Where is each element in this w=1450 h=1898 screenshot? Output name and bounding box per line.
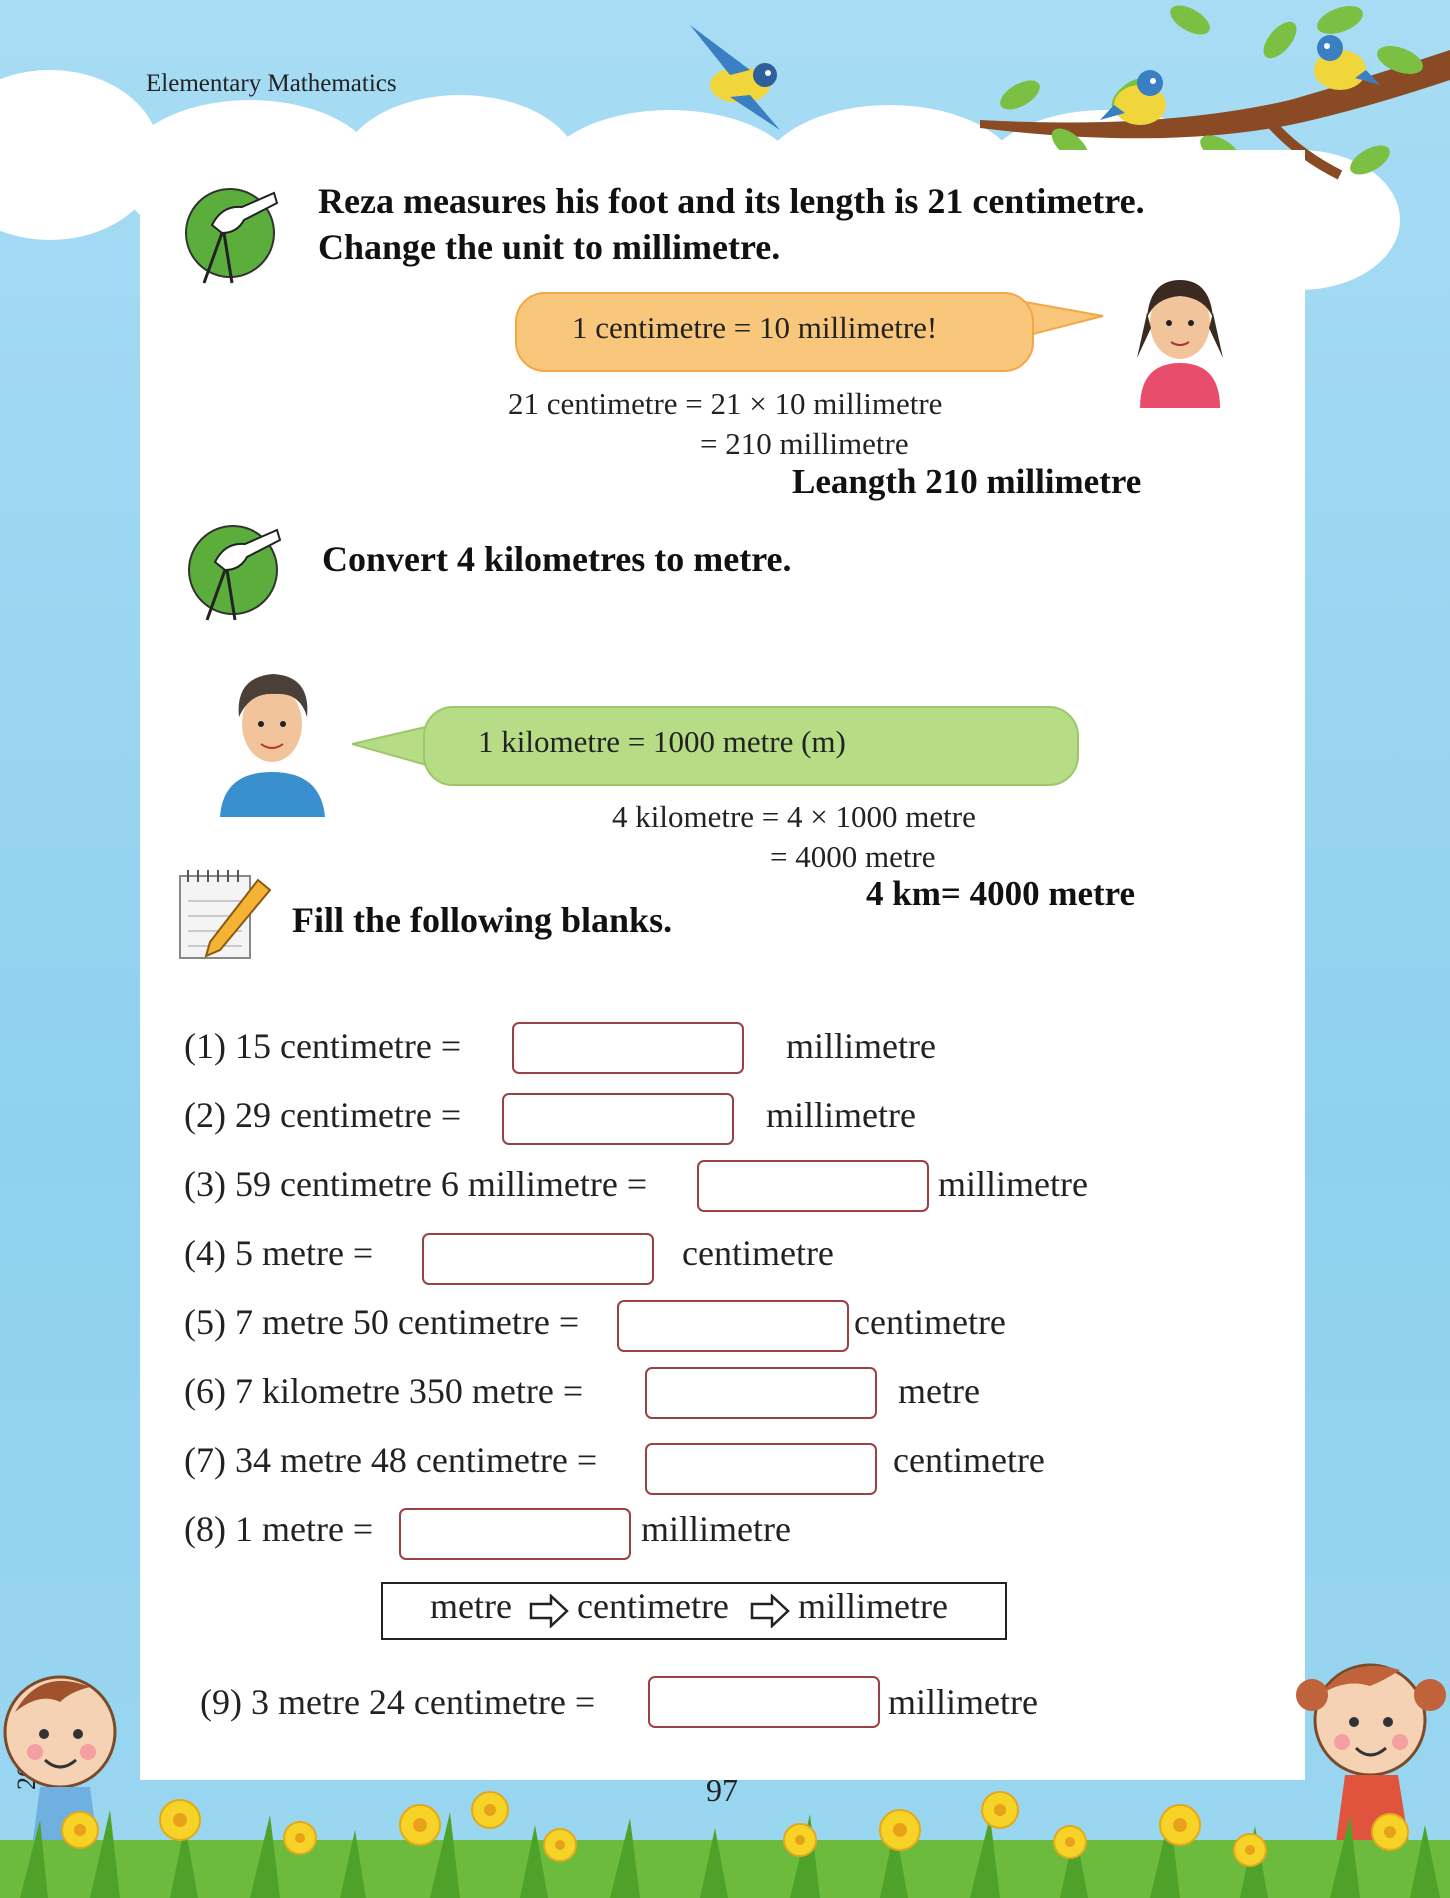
task1-calc-line2: = 210 millimetre [700, 426, 909, 461]
bird-perched-icon [1100, 70, 1166, 125]
girl-avatar [1137, 280, 1223, 408]
exercise-item-label: (8) 1 metre = [184, 1509, 374, 1549]
exercise-item-label: (4) 5 metre = [184, 1233, 374, 1273]
exercise-item-unit: millimetre [641, 1509, 791, 1549]
task1-calc-line1: 21 centimetre = 21 × 10 millimetre [508, 386, 943, 421]
bubble-text: 1 kilometre = 1000 metre (m) [478, 724, 846, 759]
arrow-right-icon [529, 1594, 569, 1628]
answer-blank[interactable] [645, 1367, 877, 1419]
exercise-item-label: (9) 3 metre 24 centimetre = [200, 1682, 596, 1722]
exercise-item-unit: millimetre [766, 1095, 916, 1135]
answer-blank[interactable] [645, 1443, 877, 1495]
exercise-item-unit: millimetre [786, 1026, 936, 1066]
exercise-item-label: (6) 7 kilometre 350 metre = [184, 1371, 584, 1411]
task2-answer: 4 km= 4000 metre [866, 874, 1136, 913]
arrow-right-icon [750, 1594, 790, 1628]
answer-blank[interactable] [502, 1093, 734, 1145]
exercise-item-unit: metre [898, 1371, 980, 1411]
compass-task-icon [185, 188, 279, 284]
task2-calc-line2: = 4000 metre [770, 839, 936, 874]
grass-flowers-border [0, 1791, 1450, 1898]
book-title: Elementary Mathematics [146, 70, 397, 97]
bubble-text: 1 centimetre = 10 millimetre! [572, 310, 938, 345]
exercise-item-label: (1) 15 centimetre = [184, 1026, 462, 1066]
answer-blank[interactable] [399, 1508, 631, 1560]
bird-perched-icon [1314, 35, 1380, 90]
bubble-tail [352, 724, 431, 768]
exercise-title: Fill the following blanks. [292, 900, 673, 940]
flow-unit: millimetre [798, 1586, 948, 1626]
answer-blank[interactable] [512, 1022, 744, 1074]
task1-question-line2: Change the unit to millimetre. [318, 227, 781, 267]
exercise-item-unit: centimetre [893, 1440, 1045, 1480]
exercise-item-label: (2) 29 centimetre = [184, 1095, 462, 1135]
answer-blank[interactable] [617, 1300, 849, 1352]
task1-answer: Leangth 210 millimetre [792, 462, 1142, 501]
compass-task-icon [188, 525, 282, 621]
exercise-item-unit: millimetre [888, 1682, 1038, 1722]
exercise-item-unit: centimetre [854, 1302, 1006, 1342]
task1-question-line1: Reza measures his foot and its length is… [318, 181, 1145, 221]
notepad-pencil-icon [179, 870, 272, 959]
exercise-item-label: (3) 59 centimetre 6 millimetre = [184, 1164, 648, 1204]
flow-unit: metre [430, 1586, 512, 1626]
task2-question: Convert 4 kilometres to metre. [322, 539, 792, 579]
task2-calc-line1: 4 kilometre = 4 × 1000 metre [612, 799, 976, 834]
answer-blank[interactable] [422, 1233, 654, 1285]
exercise-item-unit: millimetre [938, 1164, 1088, 1204]
exercise-item-label: (5) 7 metre 50 centimetre = [184, 1302, 580, 1342]
boy-avatar [220, 674, 325, 817]
flow-unit: centimetre [577, 1586, 729, 1626]
bubble-tail [1025, 300, 1104, 338]
exercise-item-unit: centimetre [682, 1233, 834, 1273]
bird-flying-icon [690, 25, 780, 130]
exercise-item-label: (7) 34 metre 48 centimetre = [184, 1440, 598, 1480]
answer-blank[interactable] [697, 1160, 929, 1212]
answer-blank[interactable] [648, 1676, 880, 1728]
